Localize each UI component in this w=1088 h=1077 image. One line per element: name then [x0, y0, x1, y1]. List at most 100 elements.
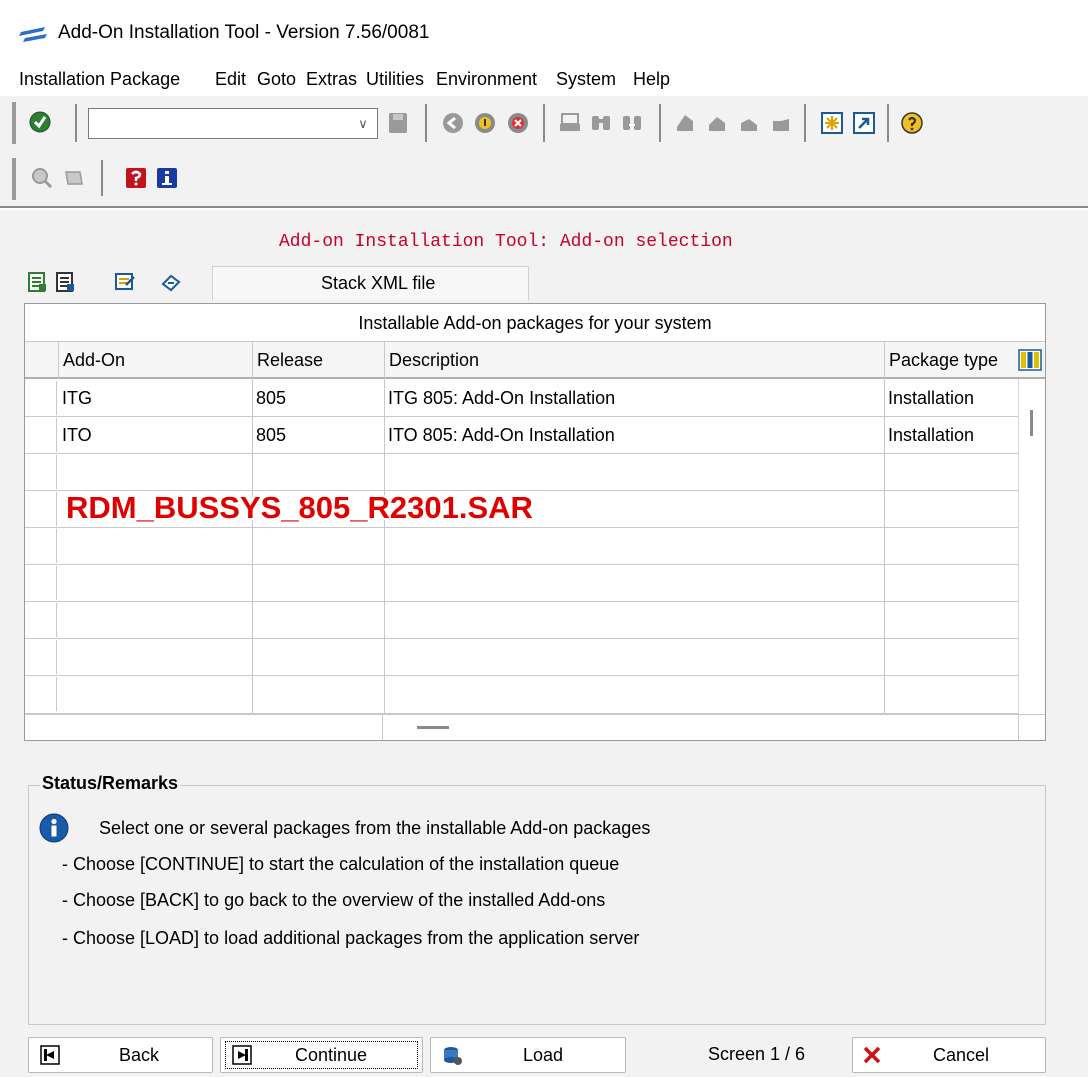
- cancel-x-icon: [861, 1044, 883, 1066]
- info-icon: [39, 813, 69, 843]
- column-header-description[interactable]: Description: [384, 342, 884, 379]
- first-page-icon[interactable]: [673, 111, 697, 135]
- find-next-icon[interactable]: [620, 111, 644, 135]
- column-header-package-type[interactable]: Package type: [884, 342, 1024, 379]
- cell-release: 805: [256, 425, 287, 445]
- toolbar-grip: [12, 158, 16, 200]
- column-header-release[interactable]: Release: [252, 342, 384, 379]
- empty-table-row[interactable]: [25, 454, 1018, 491]
- find-icon[interactable]: [589, 111, 613, 135]
- cell-description: ITG 805: Add-On Installation: [388, 388, 616, 408]
- row-selector[interactable]: [27, 455, 57, 489]
- column-settings-icon[interactable]: [1018, 348, 1042, 372]
- stack-xml-file-button[interactable]: Stack XML file: [212, 266, 529, 300]
- continue-arrow-icon: [231, 1044, 253, 1066]
- menu-help[interactable]: Help: [633, 69, 670, 90]
- menu-utilities[interactable]: Utilities: [366, 69, 424, 90]
- row-selector[interactable]: [27, 640, 57, 674]
- menu-edit[interactable]: Edit: [215, 69, 246, 90]
- shortcut-icon[interactable]: [852, 111, 876, 135]
- load-database-icon: [441, 1044, 463, 1066]
- refresh-icon[interactable]: [160, 271, 182, 293]
- last-page-icon[interactable]: [769, 111, 793, 135]
- deselect-all-icon[interactable]: [54, 271, 76, 293]
- toolbar-separator: [887, 104, 889, 142]
- status-remarks-box: Select one or several packages from the …: [28, 785, 1046, 1025]
- cancel-label: Cancel: [933, 1045, 990, 1065]
- new-session-icon[interactable]: [820, 111, 844, 135]
- menu-goto[interactable]: Goto: [257, 69, 296, 90]
- back-arrow-icon: [39, 1044, 61, 1066]
- back-label: Back: [119, 1045, 160, 1065]
- menu-environment[interactable]: Environment: [436, 69, 537, 90]
- empty-table-row[interactable]: [25, 639, 1018, 676]
- enter-icon[interactable]: [28, 110, 52, 134]
- column-divider: [384, 379, 385, 714]
- toolbar-separator: [425, 104, 427, 142]
- command-field[interactable]: ∨: [88, 108, 378, 139]
- print-icon[interactable]: [558, 111, 582, 135]
- cancel-icon[interactable]: [506, 111, 530, 135]
- menu-system[interactable]: System: [556, 69, 616, 90]
- horizontal-scrollbar[interactable]: [25, 714, 1045, 740]
- status-line: - Choose [BACK] to go back to the overvi…: [62, 890, 606, 910]
- exit-icon[interactable]: [473, 111, 497, 135]
- column-divider: [884, 379, 885, 714]
- continue-button[interactable]: Continue: [220, 1037, 423, 1073]
- menu-installation-package[interactable]: Installation Package: [19, 69, 180, 90]
- command-input[interactable]: [89, 109, 339, 137]
- display-details-icon[interactable]: [62, 166, 86, 190]
- cancel-button[interactable]: Cancel: [852, 1037, 1046, 1073]
- chevron-down-icon[interactable]: ∨: [353, 113, 373, 135]
- empty-table-row[interactable]: [25, 602, 1018, 639]
- empty-table-row[interactable]: [25, 565, 1018, 602]
- cell-addon: ITG: [62, 388, 92, 408]
- empty-table-row[interactable]: [25, 676, 1018, 714]
- load-button[interactable]: Load: [430, 1037, 626, 1073]
- back-icon[interactable]: [441, 111, 465, 135]
- previous-page-icon[interactable]: [705, 111, 729, 135]
- toolbar-separator: [75, 104, 77, 142]
- toolbar-grip: [12, 102, 16, 144]
- fixed-columns-scroll-area: [25, 715, 383, 740]
- row-selector[interactable]: [27, 418, 57, 452]
- column-header-addon[interactable]: Add-On: [58, 342, 252, 379]
- help-book-icon[interactable]: [124, 166, 148, 190]
- cell-description: ITO 805: Add-On Installation: [388, 425, 615, 445]
- table-row[interactable]: ITG 805 ITG 805: Add-On Installation Ins…: [25, 380, 1018, 417]
- toolbar-separator: [543, 104, 545, 142]
- vertical-scrollbar[interactable]: [1018, 379, 1045, 714]
- display-log-icon[interactable]: [30, 166, 54, 190]
- window-title: Add-On Installation Tool - Version 7.56/…: [58, 22, 430, 43]
- back-button[interactable]: Back: [28, 1037, 213, 1073]
- filter-icon[interactable]: [114, 271, 136, 293]
- table-title: Installable Add-on packages for your sys…: [25, 304, 1045, 342]
- menu-bar: Installation Package Edit Goto Extras Ut…: [0, 64, 1088, 96]
- save-icon[interactable]: [386, 111, 410, 135]
- row-selector[interactable]: [27, 677, 57, 711]
- title-bar: Add-On Installation Tool - Version 7.56/…: [0, 0, 1088, 64]
- table-header: Add-On Release Description Package type: [25, 342, 1045, 379]
- select-all-icon[interactable]: [26, 271, 48, 293]
- row-selector[interactable]: [27, 381, 57, 415]
- toolbar-separator: [101, 160, 103, 196]
- row-selector[interactable]: [27, 529, 57, 563]
- row-selector[interactable]: [27, 566, 57, 600]
- info-icon[interactable]: [155, 166, 179, 190]
- row-selector[interactable]: [27, 603, 57, 637]
- help-icon[interactable]: [900, 111, 924, 135]
- table-row[interactable]: ITO 805 ITO 805: Add-On Installation Ins…: [25, 417, 1018, 454]
- scrollbar-thumb[interactable]: [1030, 410, 1033, 436]
- scrollbar-thumb[interactable]: [417, 726, 449, 729]
- scrollbar-corner: [1018, 715, 1045, 740]
- empty-table-row[interactable]: [25, 528, 1018, 565]
- screen-indicator: Screen 1 / 6: [708, 1044, 806, 1064]
- menu-extras[interactable]: Extras: [306, 69, 357, 90]
- status-line: Select one or several packages from the …: [99, 818, 651, 838]
- cell-release: 805: [256, 388, 287, 408]
- continue-label: Continue: [295, 1045, 368, 1065]
- screen-heading-text: Add-on Installation Tool: Add-on selecti…: [279, 232, 733, 252]
- row-selector[interactable]: [27, 492, 57, 526]
- next-page-icon[interactable]: [737, 111, 761, 135]
- toolbar-separator: [804, 104, 806, 142]
